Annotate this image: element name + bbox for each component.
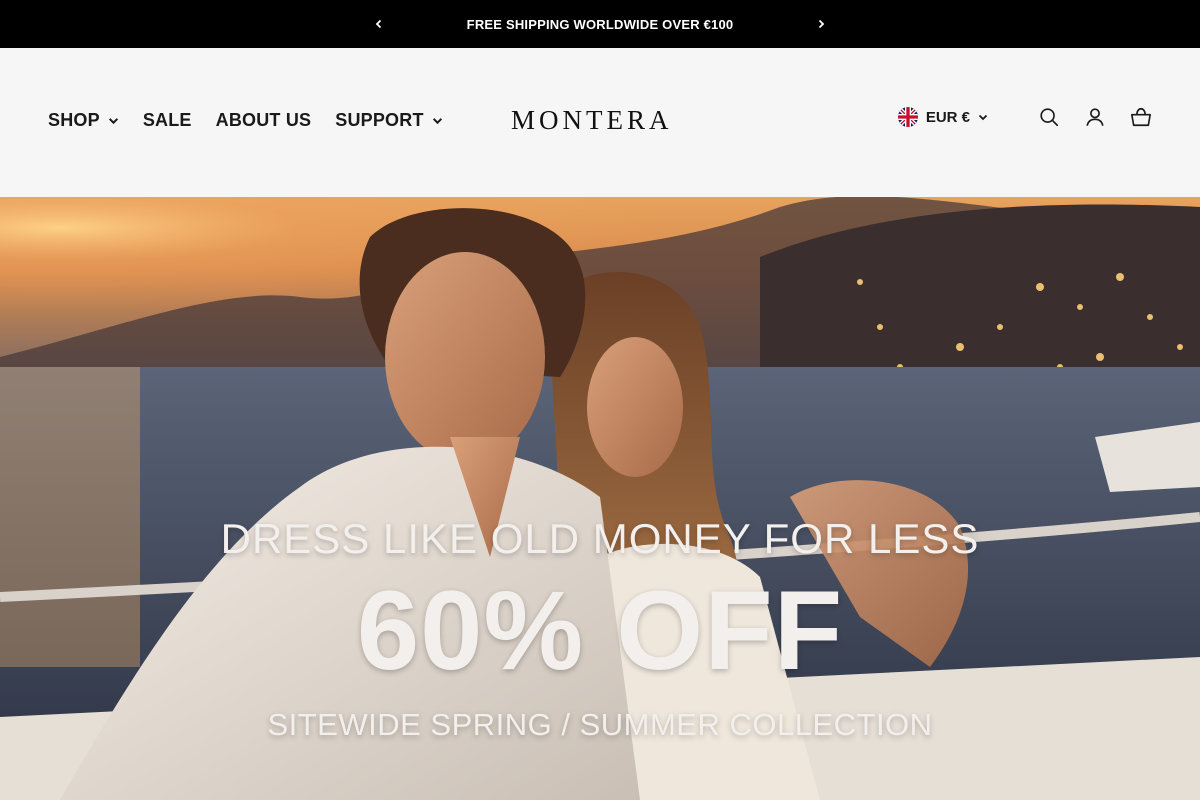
- currency-label: EUR €: [925, 108, 970, 126]
- chevron-down-icon: [978, 114, 988, 121]
- announcement-prev-button[interactable]: [367, 12, 391, 36]
- hero-banner[interactable]: DRESS LIKE OLD MONEY FOR LESS 60% OFF SI…: [0, 197, 1200, 800]
- search-icon: [1040, 108, 1059, 127]
- site-logo[interactable]: MONTERA: [511, 105, 673, 136]
- chevron-down-icon: [432, 118, 442, 125]
- main-nav: SHOP SALE ABOUT US SUPPORT: [48, 110, 443, 131]
- nav-item-label: ABOUT US: [215, 110, 312, 130]
- announcement-next-button[interactable]: [809, 12, 833, 36]
- site-header: SHOP SALE ABOUT US SUPPORT MONTERA EUR €: [0, 48, 1200, 197]
- nav-item-label: SUPPORT: [335, 110, 424, 130]
- cart-icon: [1131, 107, 1151, 127]
- hero-subtitle: SITEWIDE SPRING / SUMMER COLLECTION: [267, 707, 933, 742]
- chevron-left-icon: [375, 19, 382, 29]
- nav-item-label: SHOP: [48, 110, 100, 130]
- nav-item-about-us[interactable]: ABOUT US: [216, 110, 312, 131]
- hero-kicker: DRESS LIKE OLD MONEY FOR LESS: [220, 515, 980, 562]
- announcement-bar: FREE SHIPPING WORLDWIDE OVER €100: [0, 0, 1200, 48]
- account-icon: [1086, 108, 1104, 126]
- nav-item-shop[interactable]: SHOP: [48, 110, 119, 131]
- account-button[interactable]: [1084, 106, 1106, 128]
- currency-selector[interactable]: EUR €: [897, 107, 988, 127]
- cart-button[interactable]: [1130, 106, 1152, 128]
- chevron-down-icon: [108, 118, 118, 125]
- nav-item-support[interactable]: SUPPORT: [335, 110, 442, 131]
- hero-headline: 60% OFF: [356, 568, 844, 693]
- chevron-right-icon: [818, 19, 825, 29]
- uk-flag-icon: [897, 107, 918, 127]
- nav-item-sale[interactable]: SALE: [143, 110, 192, 131]
- announcement-text: FREE SHIPPING WORLDWIDE OVER €100: [466, 16, 734, 32]
- search-button[interactable]: [1038, 106, 1060, 128]
- header-tools: EUR €: [897, 106, 1152, 128]
- nav-item-label: SALE: [142, 110, 192, 130]
